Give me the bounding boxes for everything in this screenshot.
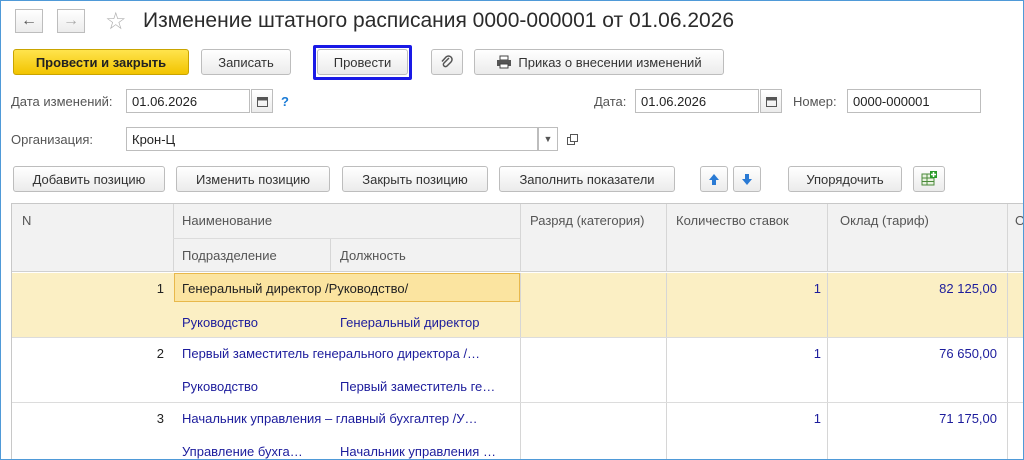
change-date-calendar-button[interactable] bbox=[251, 89, 273, 113]
row-rates[interactable]: 1 bbox=[676, 281, 821, 296]
row-number: 3 bbox=[156, 411, 164, 426]
calendar-icon bbox=[256, 96, 268, 107]
row-salary[interactable]: 76 650,00 bbox=[837, 346, 997, 361]
organization-dropdown-button[interactable]: ▼ bbox=[538, 127, 558, 151]
table-add-icon bbox=[921, 171, 937, 186]
header-position[interactable]: Должность bbox=[340, 248, 406, 263]
row-name[interactable]: Первый заместитель генерального директор… bbox=[182, 346, 516, 361]
date-input[interactable]: 01.06.2026 bbox=[635, 89, 759, 113]
save-button[interactable]: Записать bbox=[201, 49, 291, 75]
number-input[interactable]: 0000-000001 bbox=[847, 89, 981, 113]
fill-indicators-button[interactable]: Заполнить показатели bbox=[499, 166, 675, 192]
edit-position-button[interactable]: Изменить позицию bbox=[176, 166, 330, 192]
header-division[interactable]: Подразделение bbox=[182, 248, 277, 263]
change-date-label: Дата изменений: bbox=[11, 94, 113, 109]
row-salary[interactable]: 82 125,00 bbox=[837, 281, 997, 296]
row-number: 2 bbox=[156, 346, 164, 361]
favorite-star-icon[interactable]: ☆ bbox=[105, 7, 127, 36]
row-position[interactable]: Генеральный директор bbox=[340, 315, 515, 330]
header-salary[interactable]: Оклад (тариф) bbox=[840, 213, 929, 228]
sort-button[interactable]: Упорядочить bbox=[788, 166, 902, 192]
row-salary[interactable]: 71 175,00 bbox=[837, 411, 997, 426]
row-name[interactable]: Генеральный директор /Руководство/ bbox=[182, 281, 516, 296]
window-frame: ← → ☆ Изменение штатного расписания 0000… bbox=[0, 0, 1024, 460]
row-rates[interactable]: 1 bbox=[676, 346, 821, 361]
post-button[interactable]: Провести bbox=[317, 49, 408, 75]
chevron-down-icon: ▼ bbox=[543, 134, 553, 144]
organization-label: Организация: bbox=[11, 132, 94, 147]
row-division[interactable]: Руководство bbox=[182, 379, 324, 394]
organization-open-button[interactable] bbox=[562, 127, 582, 151]
attach-button[interactable] bbox=[431, 49, 463, 75]
printer-icon bbox=[497, 55, 512, 69]
order-button-label: Приказ о внесении изменений bbox=[518, 54, 702, 70]
post-and-close-button[interactable]: Провести и закрыть bbox=[13, 49, 189, 75]
move-up-button[interactable] bbox=[700, 166, 728, 192]
arrow-right-icon: → bbox=[63, 12, 79, 29]
calendar-icon bbox=[765, 96, 777, 107]
paperclip-icon bbox=[441, 55, 453, 68]
back-button[interactable]: ← bbox=[15, 9, 43, 33]
date-calendar-button[interactable] bbox=[760, 89, 782, 113]
row-position[interactable]: Первый заместитель ге… bbox=[340, 379, 515, 394]
page-title: Изменение штатного расписания 0000-00000… bbox=[143, 9, 735, 32]
row-division[interactable]: Управление бухга… bbox=[182, 444, 324, 459]
staff-positions-table: N Наименование Подразделение Должность Р… bbox=[11, 203, 1023, 459]
table-row[interactable]: 3 Начальник управления – главный бухгалт… bbox=[12, 403, 1023, 459]
row-number: 1 bbox=[156, 281, 164, 296]
close-position-button[interactable]: Закрыть позицию bbox=[342, 166, 488, 192]
header-grade[interactable]: Разряд (категория) bbox=[530, 213, 644, 228]
add-position-button[interactable]: Добавить позицию bbox=[13, 166, 165, 192]
row-division[interactable]: Руководство bbox=[182, 315, 324, 330]
table-row[interactable]: 2 Первый заместитель генерального директ… bbox=[12, 338, 1023, 402]
row-name[interactable]: Начальник управления – главный бухгалтер… bbox=[182, 411, 516, 426]
help-icon[interactable]: ? bbox=[281, 94, 289, 109]
change-date-input[interactable]: 01.06.2026 bbox=[126, 89, 250, 113]
arrow-down-icon bbox=[742, 173, 752, 185]
row-position[interactable]: Начальник управления … bbox=[340, 444, 515, 459]
order-button[interactable]: Приказ о внесении изменений bbox=[474, 49, 724, 75]
header-rates[interactable]: Количество ставок bbox=[676, 213, 789, 228]
arrow-up-icon bbox=[709, 173, 719, 185]
organization-input[interactable]: Крон-Ц bbox=[126, 127, 538, 151]
number-label: Номер: bbox=[793, 94, 837, 109]
open-icon bbox=[566, 133, 578, 145]
header-name[interactable]: Наименование bbox=[182, 213, 272, 228]
row-rates[interactable]: 1 bbox=[676, 411, 821, 426]
forward-button[interactable]: → bbox=[57, 9, 85, 33]
header-extra[interactable]: О bbox=[1015, 213, 1023, 228]
arrow-left-icon: ← bbox=[21, 12, 37, 29]
table-row[interactable]: 1 Генеральный директор /Руководство/ Рук… bbox=[12, 273, 1023, 337]
date-label: Дата: bbox=[594, 94, 627, 109]
header-n[interactable]: N bbox=[22, 213, 31, 228]
add-table-button[interactable] bbox=[913, 166, 945, 192]
move-down-button[interactable] bbox=[733, 166, 761, 192]
